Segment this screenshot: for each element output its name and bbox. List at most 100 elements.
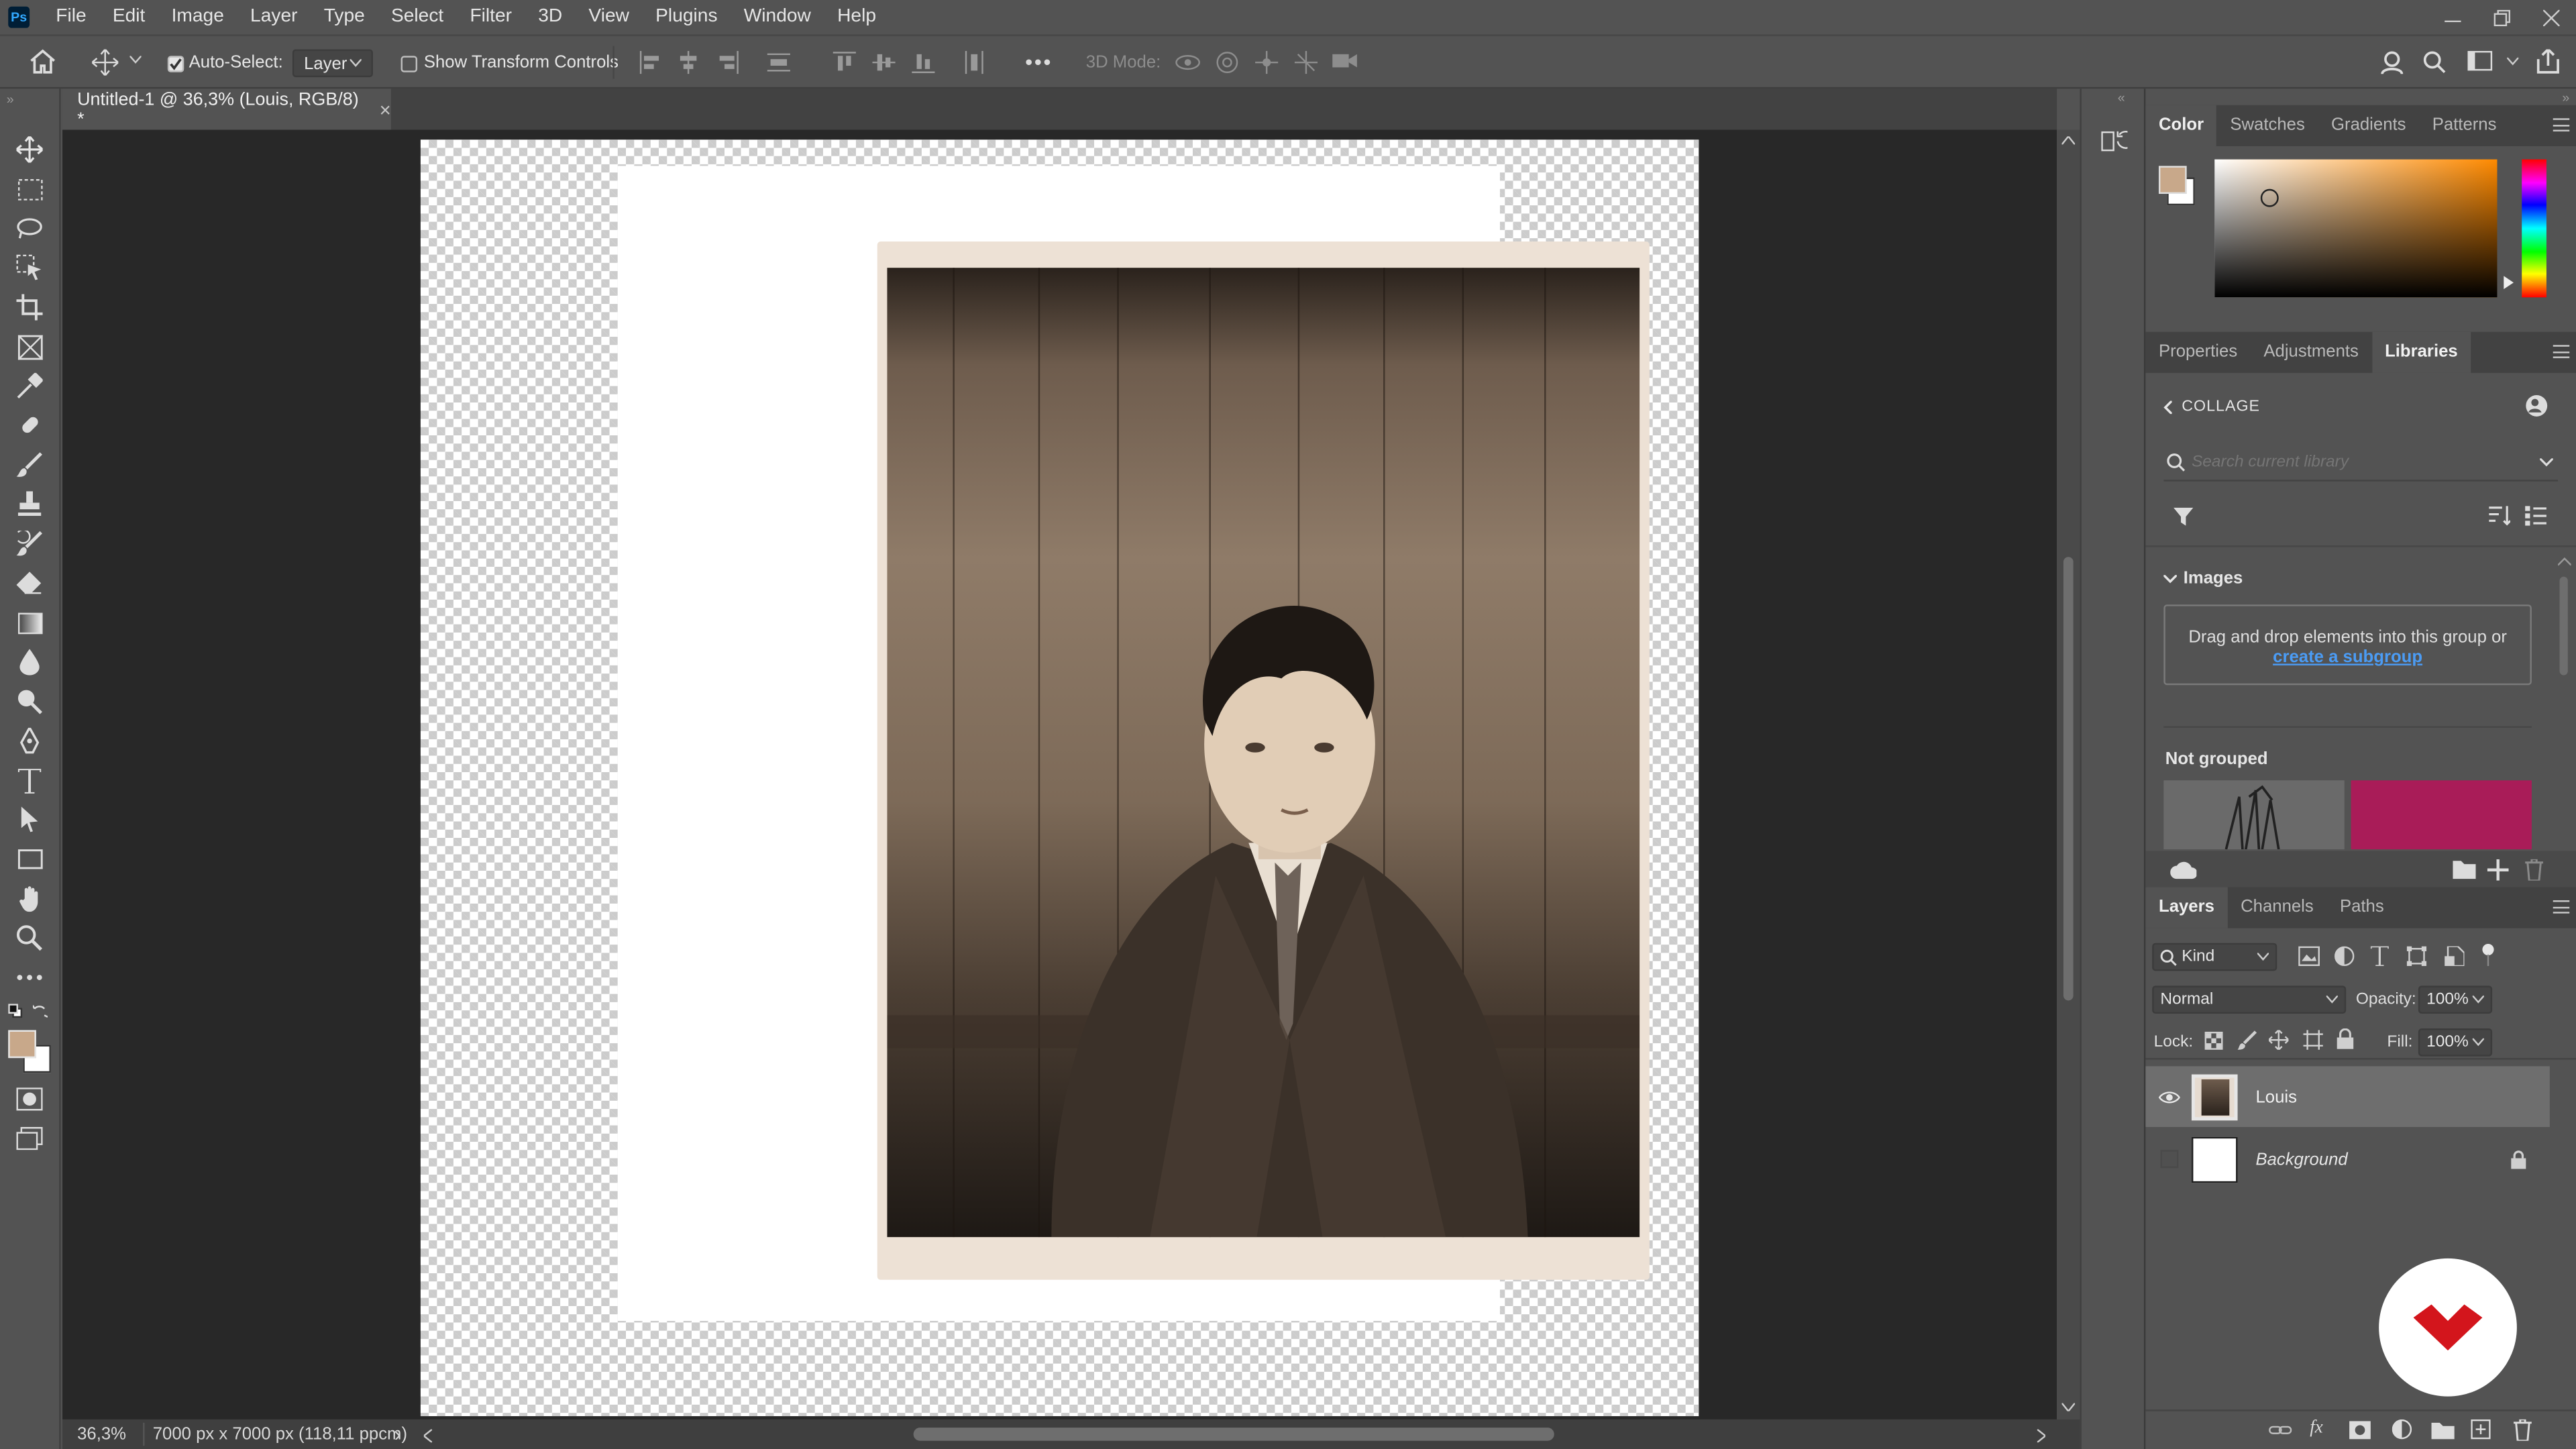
tab-patterns[interactable]: Patterns	[2419, 105, 2510, 146]
menu-layer[interactable]: Layer	[237, 0, 311, 34]
more-options-button[interactable]: •••	[1025, 49, 1053, 74]
drop-zone[interactable]: Drag and drop elements into this group o…	[2163, 604, 2532, 686]
opacity-field[interactable]: 100%	[2418, 985, 2493, 1014]
align-right-icon[interactable]	[716, 50, 739, 74]
hand-tool-icon[interactable]	[15, 884, 44, 914]
libraries-scrollbar[interactable]	[2558, 557, 2571, 836]
menu-filter[interactable]: Filter	[457, 0, 525, 34]
layer-thumbnail-background[interactable]	[2191, 1136, 2238, 1183]
share-icon[interactable]	[2536, 49, 2559, 74]
pan-3d-icon[interactable]	[1255, 50, 1279, 74]
align-center-icon[interactable]	[677, 50, 700, 74]
lock-all-icon[interactable]	[2336, 1028, 2354, 1050]
blur-tool-icon[interactable]	[15, 647, 44, 677]
lock-position-icon[interactable]	[2269, 1030, 2289, 1050]
status-menu-arrow[interactable]: ›	[394, 1423, 401, 1446]
zoom-tool-icon[interactable]	[15, 923, 44, 953]
marquee-tool-icon[interactable]	[15, 174, 44, 204]
layer-row-louis[interactable]: Louis	[2145, 1066, 2550, 1128]
camera-3d-icon[interactable]	[1332, 51, 1358, 70]
tab-paths[interactable]: Paths	[2326, 887, 2397, 928]
cloud-icon[interactable]	[2170, 861, 2197, 879]
chevron-down-icon[interactable]	[129, 56, 142, 64]
eyedropper-tool-icon[interactable]	[15, 371, 44, 400]
layers-panel-menu-icon[interactable]	[2553, 900, 2570, 914]
scroll-up-icon[interactable]	[2061, 136, 2076, 145]
brush-tool-icon[interactable]	[15, 450, 44, 480]
menu-select[interactable]: Select	[378, 0, 456, 34]
foreground-color-swatch[interactable]	[8, 1030, 36, 1059]
move-tool-preset-icon[interactable]	[92, 49, 119, 76]
auto-select-target-dropdown[interactable]: Layer	[292, 49, 373, 78]
sort-icon[interactable]	[2489, 506, 2511, 526]
menu-plugins[interactable]: Plugins	[643, 0, 731, 34]
vintage-photo-louis[interactable]	[877, 241, 1650, 1280]
default-colors-icon[interactable]	[8, 1004, 23, 1018]
delete-icon[interactable]	[2525, 859, 2544, 881]
layer-row-background[interactable]: Background	[2145, 1128, 2549, 1189]
tab-layers[interactable]: Layers	[2145, 887, 2228, 928]
hue-indicator-icon[interactable]	[2504, 276, 2514, 290]
add-element-icon[interactable]	[2487, 859, 2509, 881]
type-tool-icon[interactable]	[15, 765, 44, 795]
tab-channels[interactable]: Channels	[2227, 887, 2326, 928]
library-search[interactable]	[2163, 445, 2559, 482]
filter-smart-object-icon[interactable]	[2445, 946, 2465, 967]
scroll-right-icon[interactable]	[2037, 1429, 2046, 1443]
transparent-canvas[interactable]	[420, 140, 1699, 1417]
horizontal-scroll-thumb[interactable]	[913, 1428, 1554, 1441]
libraries-scroll-thumb[interactable]	[2559, 576, 2568, 676]
history-panel-icon[interactable]	[2101, 128, 2128, 154]
tab-color[interactable]: Color	[2145, 105, 2217, 146]
filter-icon[interactable]	[2174, 507, 2194, 526]
panel-foreground-swatch[interactable]	[2158, 166, 2187, 194]
layer-visibility-eye-icon[interactable]	[2145, 1090, 2192, 1104]
eraser-tool-icon[interactable]	[15, 568, 44, 598]
restore-icon[interactable]	[2477, 0, 2526, 34]
tab-swatches[interactable]: Swatches	[2217, 105, 2318, 146]
layer-name-background[interactable]: Background	[2255, 1149, 2347, 1169]
adjustment-layer-icon[interactable]	[2392, 1419, 2412, 1440]
align-top-icon[interactable]	[833, 51, 856, 74]
fx-icon[interactable]: fx	[2310, 1417, 2322, 1437]
auto-select-checkbox[interactable]	[167, 56, 184, 72]
library-search-input[interactable]	[2191, 448, 2504, 475]
new-group-folder-icon[interactable]	[2453, 859, 2476, 879]
distribute-horizontal-icon[interactable]	[963, 50, 985, 74]
quick-mask-icon[interactable]	[15, 1084, 44, 1114]
close-window-icon[interactable]	[2527, 0, 2576, 34]
scroll-down-icon[interactable]	[2061, 1403, 2076, 1411]
hue-slider[interactable]	[2522, 159, 2546, 298]
menu-window[interactable]: Window	[731, 0, 824, 34]
menu-type[interactable]: Type	[311, 0, 378, 34]
menu-help[interactable]: Help	[824, 0, 889, 34]
history-brush-tool-icon[interactable]	[15, 529, 44, 559]
align-middle-icon[interactable]	[872, 51, 896, 74]
tab-libraries[interactable]: Libraries	[2371, 331, 2471, 373]
workspace-icon[interactable]	[2467, 50, 2493, 72]
orbit-3d-icon[interactable]	[1175, 51, 1201, 74]
healing-brush-tool-icon[interactable]	[15, 411, 44, 440]
fill-field[interactable]: 100%	[2418, 1028, 2493, 1057]
path-selection-tool-icon[interactable]	[15, 805, 44, 835]
filter-adjustment-icon[interactable]	[2334, 946, 2355, 967]
create-subgroup-link[interactable]: create a subgroup	[2165, 647, 2530, 667]
list-view-icon[interactable]	[2525, 506, 2546, 526]
align-left-icon[interactable]	[639, 50, 662, 74]
images-section-header[interactable]: Images	[2163, 568, 2243, 588]
tab-gradients[interactable]: Gradients	[2318, 105, 2419, 146]
clone-stamp-tool-icon[interactable]	[15, 490, 44, 519]
scroll-left-icon[interactable]	[423, 1429, 433, 1443]
document-tab[interactable]: Untitled-1 @ 36,3% (Louis, RGB/8) * ×	[62, 89, 391, 130]
vertical-scrollbar[interactable]	[2057, 129, 2080, 1419]
lock-artboard-icon[interactable]	[2303, 1030, 2323, 1050]
chevron-down-icon[interactable]	[2540, 458, 2553, 467]
show-transform-checkbox[interactable]	[400, 56, 418, 72]
zoom-level[interactable]: 36,3%	[77, 1424, 126, 1444]
canvas-area[interactable]	[62, 129, 2057, 1419]
color-picker-field[interactable]	[2214, 159, 2498, 298]
menu-3d[interactable]: 3D	[525, 0, 576, 34]
link-layers-icon[interactable]	[2269, 1423, 2292, 1438]
filter-toggle-icon[interactable]	[2481, 943, 2496, 967]
delete-layer-icon[interactable]	[2513, 1419, 2532, 1441]
